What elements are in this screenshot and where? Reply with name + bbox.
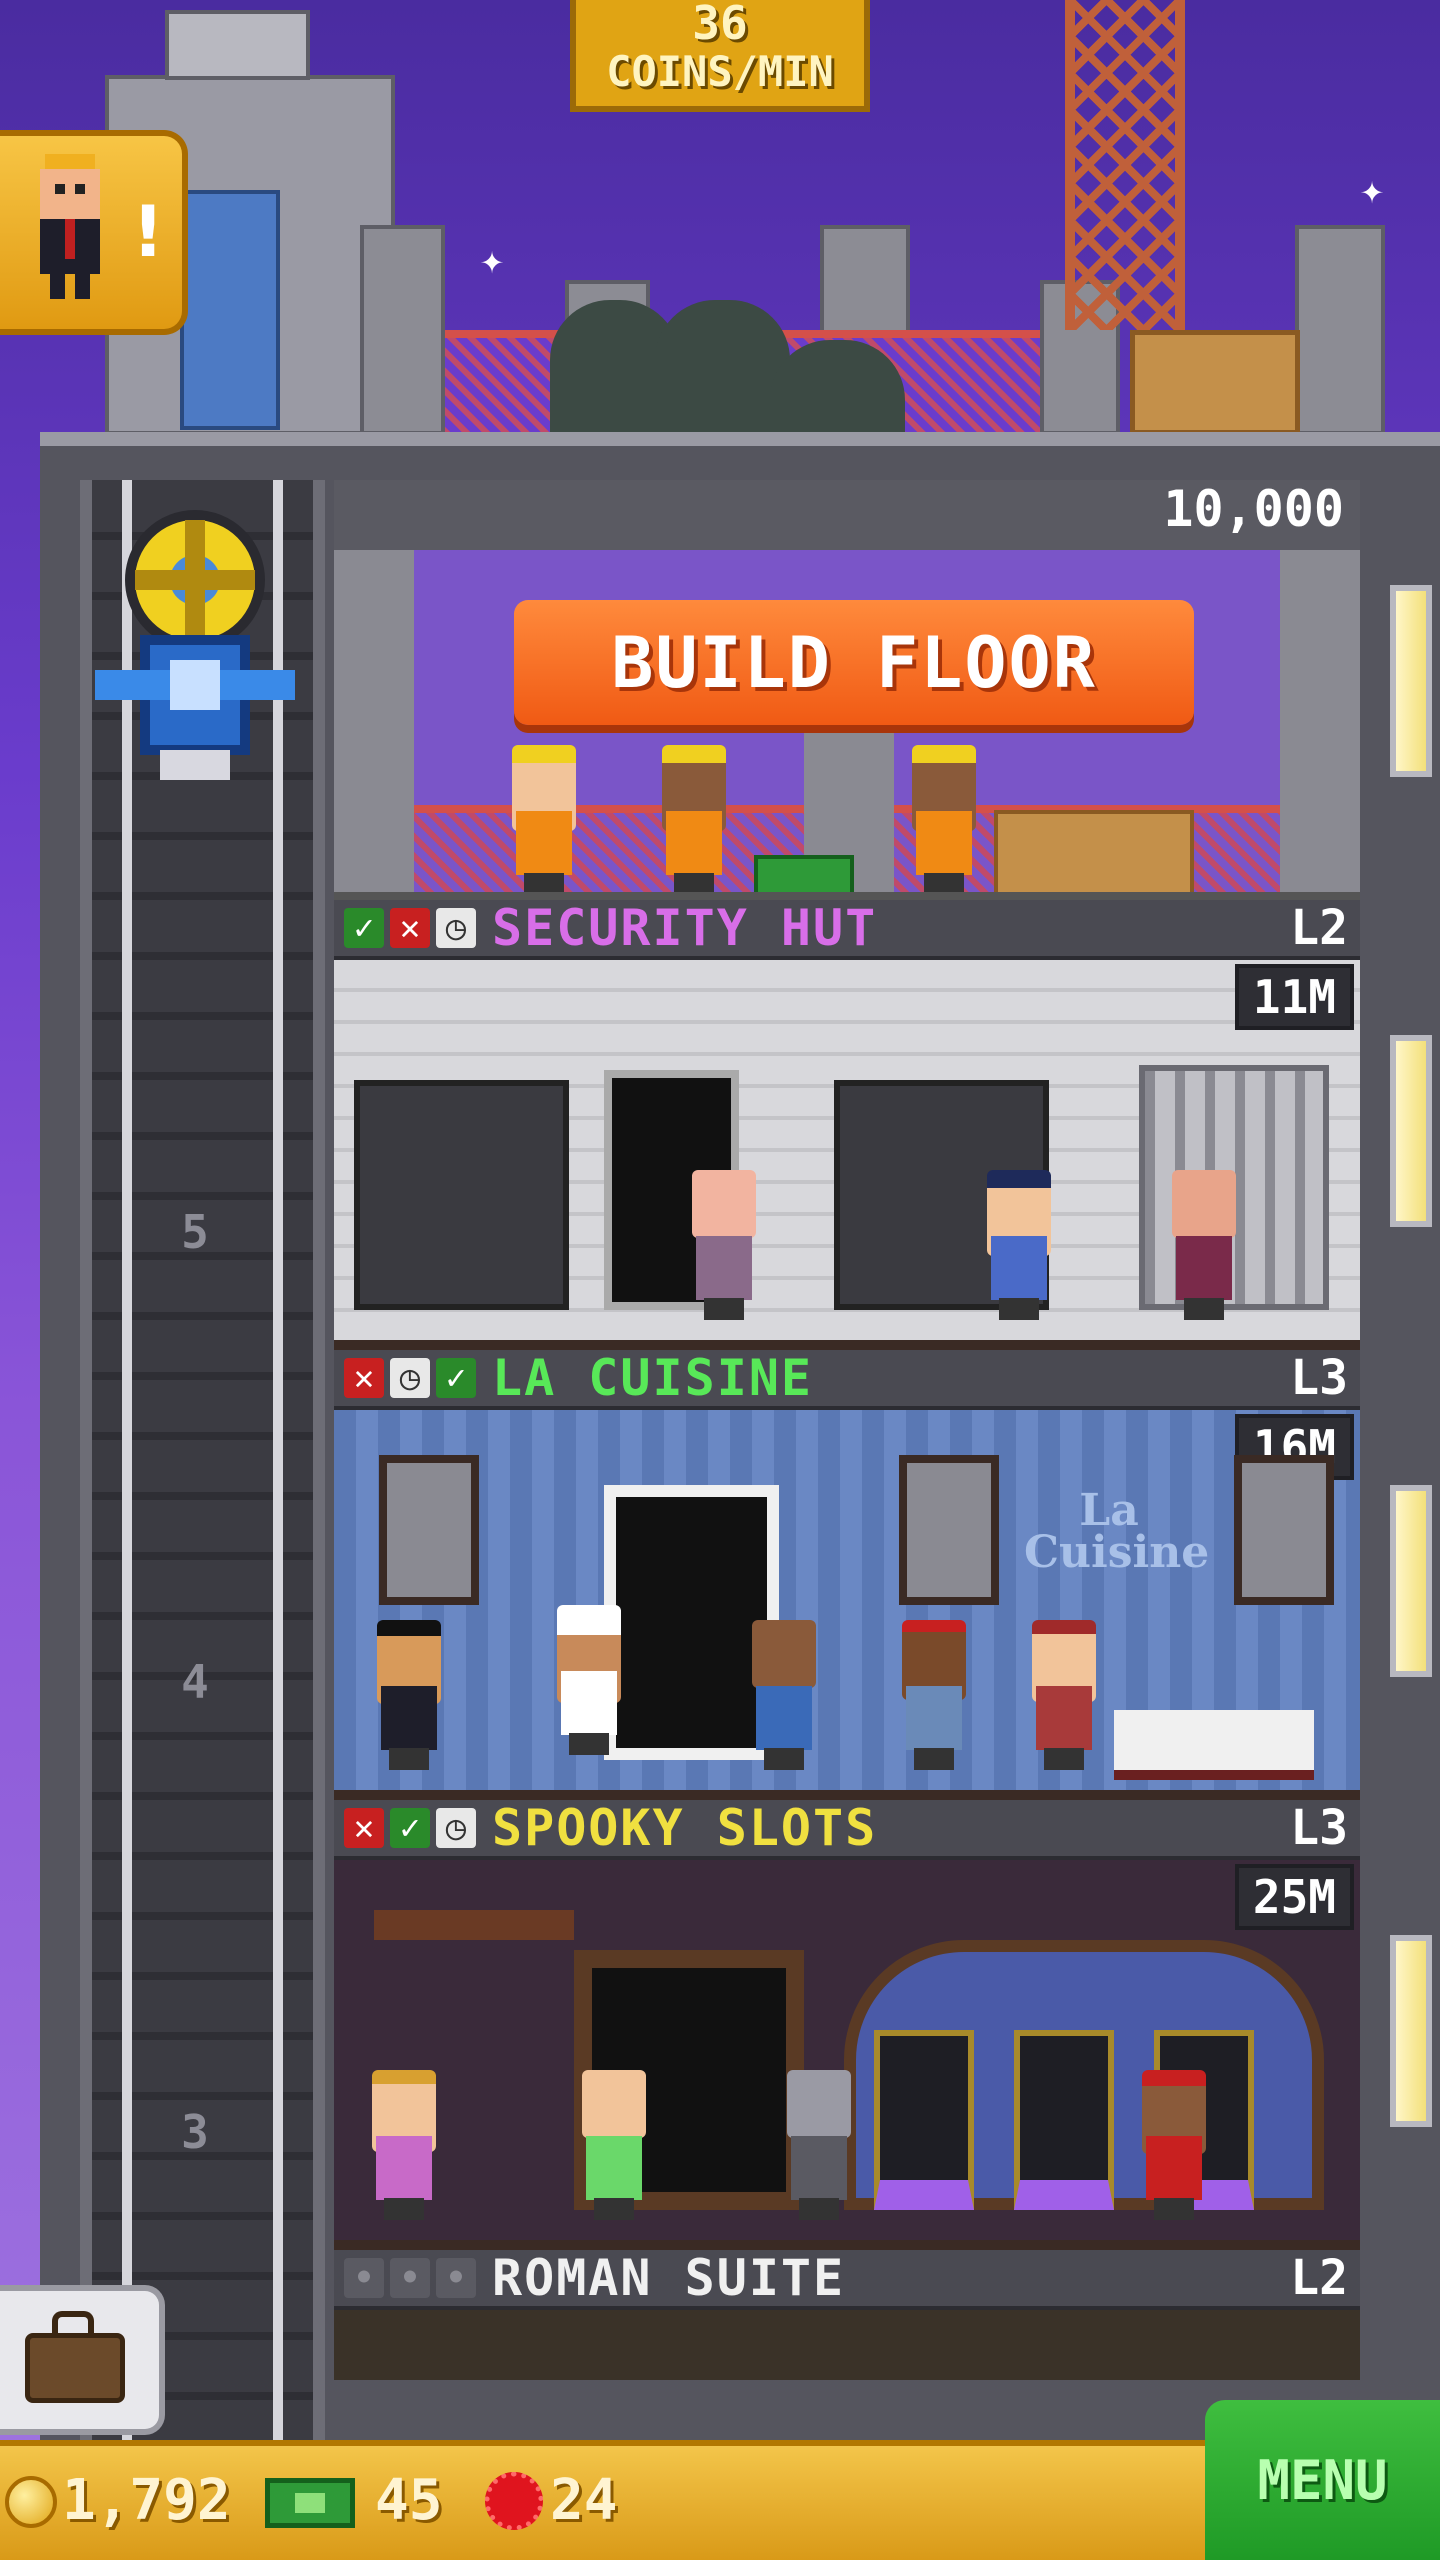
wall-painting [1234,1455,1334,1605]
rooftop-pillar [1295,225,1385,435]
la-cuisine-sign: La Cuisine [1024,1485,1210,1578]
dining-table [1114,1710,1314,1780]
check-icon: ✓ [436,1358,476,1398]
floor-level: L3 [1290,1800,1348,1856]
floor-name: ROMAN SUITE [492,2249,846,2307]
inventory-bag-button[interactable] [0,2285,165,2435]
construction-worker [904,745,984,892]
bitizen [574,2070,654,2220]
floor-price-badge: 11M [1234,964,1354,1030]
clock-icon: ◷ [390,1358,430,1398]
shaft-floor-number: 5 [181,1205,209,1259]
empty-slot-icon: • [390,2258,430,2298]
rooftop-vent [165,10,310,80]
floor-window-light [1390,1935,1432,2127]
toolbox-icon [754,855,854,892]
construction-pillar [1280,550,1360,892]
cross-icon: ✕ [344,1358,384,1398]
room-interior: 11M [334,960,1360,1350]
cross-icon: ✕ [344,1808,384,1848]
sky-star-icon: ✦ [480,237,505,283]
alert-exclamation-icon: ! [132,191,164,273]
bitizen [1164,1170,1244,1320]
floor-header: ✕ ◷ ✓ LA CUISINE L3 [334,1349,1360,1410]
slot-machine [1014,2030,1114,2210]
shaft-floor-number: 4 [181,1655,209,1709]
bitizen [1024,1620,1104,1770]
rooftop-tank [770,340,905,435]
floor-window-light [1390,1035,1432,1227]
menu-button[interactable]: MENU [1205,2400,1440,2560]
floor-name: LA CUISINE [492,1349,814,1407]
floor-header: ✕ ✓ ◷ SPOOKY SLOTS L3 [334,1799,1360,1860]
floor-name: SECURITY HUT [492,899,878,957]
room-interior [334,2310,1360,2380]
bellhop [1134,2070,1214,2220]
floor-window-light [1390,1485,1432,1677]
gems-count: 24 [550,2468,618,2533]
clock-icon: ◷ [436,1808,476,1848]
candle-chandelier [374,1910,574,1940]
bitizen [364,2070,444,2220]
tower-floors: 10,000 BUILD FLOOR ✓ ✕ ◷ SECURITY HUT L2… [334,480,1360,2380]
floor-la-cuisine[interactable]: ✕ ◷ ✓ LA CUISINE L3 16M La Cuisine [334,1349,1360,1800]
floor-security-hut[interactable]: ✓ ✕ ◷ SECURITY HUT L2 11M [334,899,1360,1350]
floor-level: L2 [1290,900,1348,956]
construction-worker [654,745,734,892]
waiter [369,1620,449,1770]
security-console [354,1080,569,1310]
wall-painting [379,1455,479,1605]
coins-per-minute-value: 36 [692,0,748,50]
rooftop-pillar [360,225,445,435]
floor-roman-suite[interactable]: • • • ROMAN SUITE L2 [334,2249,1360,2380]
gem-icon [485,2472,543,2530]
elevator-car-icon[interactable] [95,510,295,800]
shaft-floor-number: 3 [181,2105,209,2159]
bitizen [894,1620,974,1770]
wall-painting [899,1455,999,1605]
coin-icon [5,2476,57,2528]
vip-alert-button[interactable]: ! [0,130,188,335]
briefcase-icon [25,2333,125,2403]
floor-level: L2 [1290,2250,1348,2306]
bitizen [744,1620,824,1770]
floor-header: ✓ ✕ ◷ SECURITY HUT L2 [334,899,1360,960]
empty-slot-icon: • [344,2258,384,2298]
tower-bux-icon [265,2478,355,2528]
cross-icon: ✕ [390,908,430,948]
coins-per-minute-banner: 36 COINS/MIN [570,0,870,112]
floor-window-light [1390,585,1432,777]
build-floor-price: 10,000 [1153,480,1354,538]
check-icon: ✓ [344,908,384,948]
bitizen [684,1170,764,1320]
lumber-stack [994,810,1194,892]
floor-name: SPOOKY SLOTS [492,1799,878,1857]
build-floor-room: 10,000 BUILD FLOOR [334,480,1360,900]
coins-count: 1,792 [62,2468,231,2533]
floor-price-badge: 25M [1234,1864,1354,1930]
chef [549,1605,629,1755]
construction-pillar [334,550,414,892]
zombie-bitizen [779,2070,859,2220]
bux-count: 45 [375,2468,443,2533]
empty-slot-icon: • [436,2258,476,2298]
check-icon: ✓ [390,1808,430,1848]
room-interior: 16M La Cuisine [334,1410,1360,1800]
room-interior: 25M [334,1860,1360,2250]
construction-worker [504,745,584,892]
slot-machine [874,2030,974,2210]
clock-icon: ◷ [436,908,476,948]
construction-crane [1065,0,1185,330]
floor-spooky-slots[interactable]: ✕ ✓ ◷ SPOOKY SLOTS L3 25M [334,1799,1360,2250]
security-guard [979,1170,1059,1320]
floor-header: • • • ROMAN SUITE L2 [334,2249,1360,2310]
coins-per-minute-label: COINS/MIN [606,47,834,96]
build-floor-button[interactable]: BUILD FLOOR [514,600,1194,725]
sky-star-icon: ✦ [1360,167,1385,213]
floor-level: L3 [1290,1350,1348,1406]
vip-bitizen-icon [40,154,100,299]
rooftop-door [180,190,280,430]
rooftop-crate [1130,330,1300,435]
